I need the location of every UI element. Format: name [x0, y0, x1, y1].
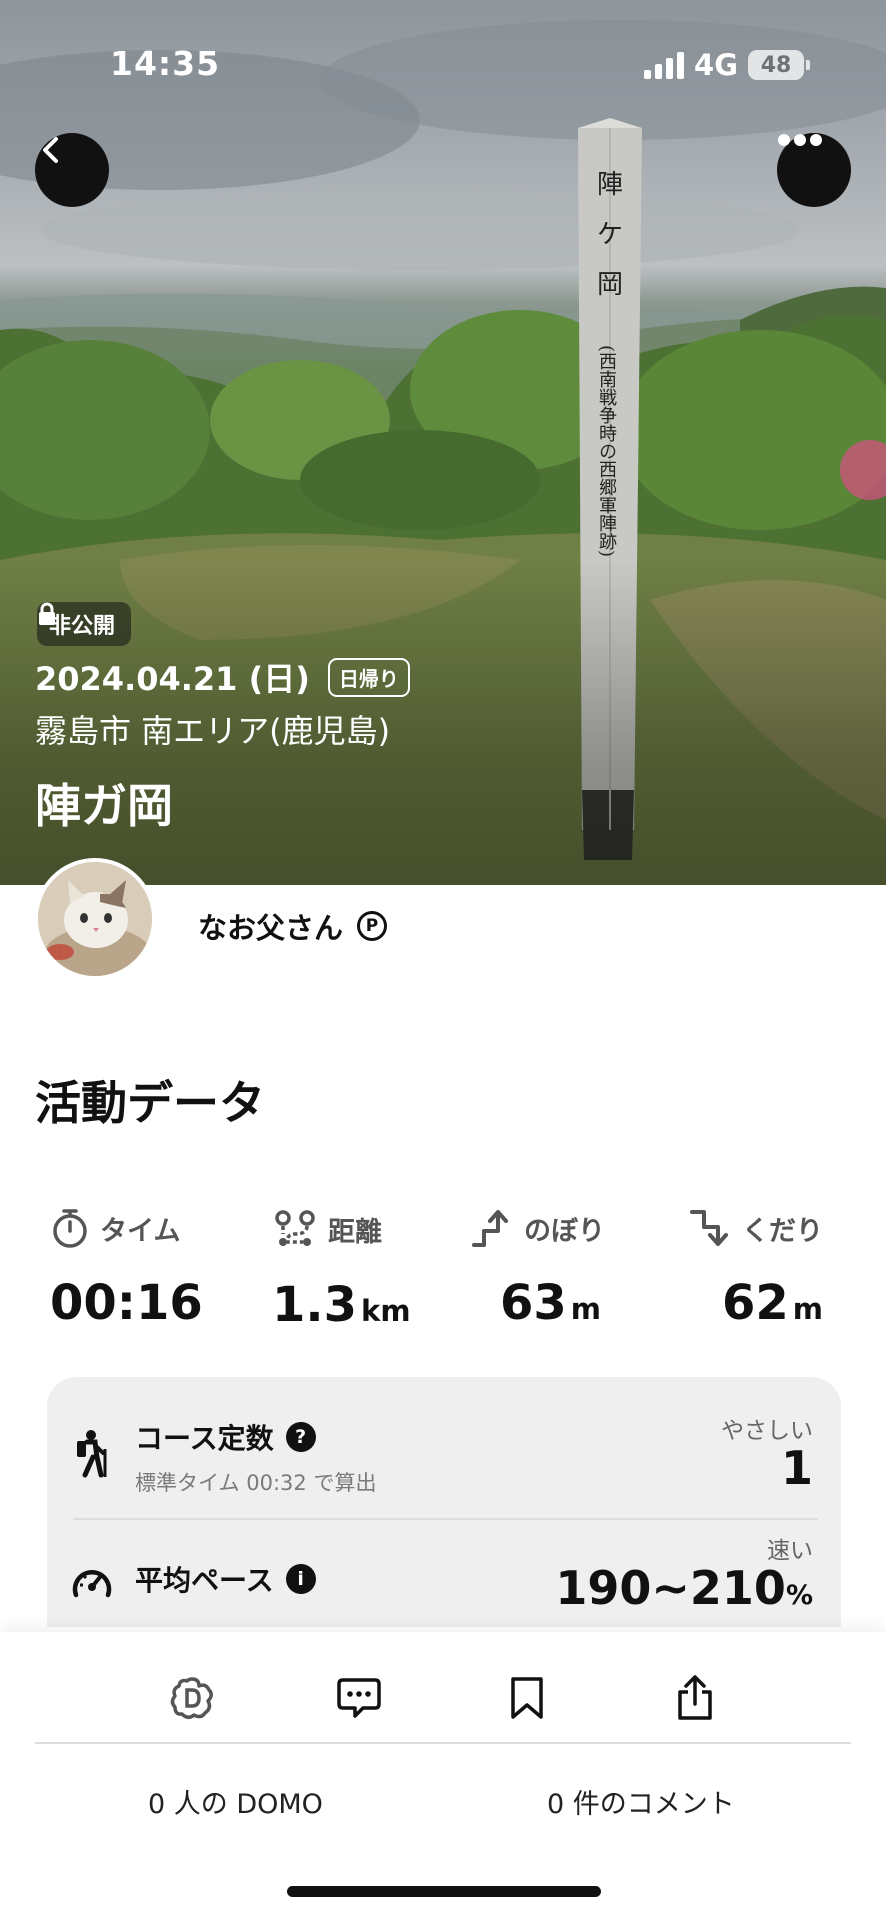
activity-date-row: 2024.04.21 (日) 日帰り	[35, 654, 410, 700]
average-pace-rating: 速い	[767, 1538, 813, 1564]
hiker-icon	[77, 1430, 107, 1478]
course-constant-row[interactable]: コース定数 ? 標準タイム 00:32 で算出 やさしい 1	[47, 1377, 841, 1517]
battery-nub	[806, 60, 810, 70]
stat-unit: m	[570, 1292, 602, 1326]
stat-value-ascent: 63 m	[470, 1275, 670, 1331]
course-constant-rating: やさしい	[721, 1418, 813, 1444]
status-time: 14:35	[110, 44, 221, 83]
stat-label-ascent: のぼり	[470, 1207, 670, 1249]
ellipsis-icon	[778, 134, 822, 146]
stat-label-text: くだり	[742, 1215, 823, 1247]
stopwatch-icon	[53, 1209, 87, 1248]
back-button[interactable]	[35, 133, 109, 207]
network-type: 4G	[694, 48, 738, 82]
status-bar: 14:35 4G 48	[0, 0, 886, 130]
stat-label-text: 距離	[328, 1216, 382, 1248]
share-button[interactable]	[665, 1668, 725, 1728]
share-icon	[678, 1675, 712, 1720]
average-pace-value: 190~210%	[555, 1561, 813, 1615]
stat-label-time: タイム	[50, 1207, 250, 1249]
bottom-action-bar: 0 人の DOMO 0 件のコメント	[0, 1632, 886, 1920]
stat-number: 00:16	[50, 1275, 203, 1331]
post-char: 岡	[596, 270, 623, 300]
domo-count[interactable]: 0 人の DOMO	[148, 1782, 323, 1821]
user-name-row[interactable]: なお父さん P	[198, 905, 388, 947]
bookmark-icon	[511, 1677, 543, 1719]
stat-number: 63	[500, 1275, 567, 1331]
domo-button[interactable]	[162, 1668, 222, 1728]
stat-number: 62	[722, 1275, 789, 1331]
home-indicator[interactable]	[287, 1886, 601, 1897]
avatar[interactable]	[34, 858, 156, 980]
more-options-button[interactable]	[777, 133, 851, 207]
stat-label-distance: 距離	[272, 1207, 472, 1251]
visibility-label: 非公開	[49, 614, 116, 639]
stat-value-distance: 1.3 km	[272, 1277, 472, 1333]
hero-photo: 陣 ケ 岡 (西南戦争時の西郷軍陣跡) 14:35 4G 48 非公開 2024…	[0, 0, 886, 885]
marker-post-subtext: (西南戦争時の西郷軍陣跡)	[596, 345, 617, 558]
action-icons	[0, 1668, 886, 1728]
stat-value-time: 00:16	[50, 1275, 250, 1331]
stat-value-descent: 62 m	[688, 1275, 886, 1331]
bookmark-button[interactable]	[497, 1668, 557, 1728]
stat-number: 1.3	[272, 1277, 358, 1333]
speedometer-icon	[72, 1570, 112, 1598]
activity-data-title: 活動データ	[35, 1076, 265, 1130]
bar-divider	[35, 1742, 851, 1744]
signal-icon	[644, 51, 685, 79]
course-constant-value: 1	[780, 1441, 813, 1495]
mountain-name[interactable]: 陣ガ岡	[35, 770, 173, 836]
pace-number: 190~210	[555, 1561, 786, 1615]
stat-distance: 距離 1.3 km	[272, 1207, 472, 1333]
stat-label-text: のぼり	[524, 1215, 605, 1247]
lock-icon	[39, 602, 55, 625]
stat-label-descent: くだり	[688, 1207, 886, 1249]
post-char: ケ	[596, 220, 623, 250]
activity-stats: タイム 00:16 距離 1.3 km のぼり 63 m くだり 62 m	[40, 1207, 850, 1347]
stat-unit: m	[792, 1292, 824, 1326]
help-icon[interactable]: ?	[285, 1422, 316, 1452]
activity-date: 2024.04.21 (日)	[35, 660, 310, 698]
info-icon[interactable]: i	[285, 1564, 316, 1594]
course-info-card: コース定数 ? 標準タイム 00:32 で算出 やさしい 1 平均ペース i 速…	[47, 1377, 841, 1627]
course-constant-sub: 標準タイム 00:32 で算出	[135, 1471, 377, 1495]
stat-unit: km	[361, 1294, 411, 1328]
course-constant-title: コース定数 ?	[135, 1417, 316, 1457]
comment-count[interactable]: 0 件のコメント	[547, 1782, 735, 1821]
ascent-icon	[472, 1210, 508, 1247]
status-indicators: 4G 48	[644, 48, 810, 82]
comment-icon	[337, 1678, 381, 1718]
comment-button[interactable]	[329, 1668, 389, 1728]
post-char: 陣	[596, 170, 623, 200]
cat-avatar-image	[38, 862, 152, 976]
stat-time: タイム 00:16	[50, 1207, 250, 1331]
stat-label-text: タイム	[100, 1215, 181, 1247]
course-constant-label: コース定数	[135, 1422, 274, 1455]
visibility-badge: 非公開	[37, 602, 132, 646]
battery-level: 48	[760, 52, 792, 78]
trip-type-badge: 日帰り	[327, 657, 410, 697]
domo-flower-icon	[170, 1677, 213, 1719]
average-pace-label: 平均ペース	[135, 1564, 274, 1597]
user-name: なお父さん	[198, 911, 344, 945]
premium-badge-icon: P	[357, 911, 388, 941]
stat-descent: くだり 62 m	[688, 1207, 886, 1331]
pace-unit: %	[785, 1580, 813, 1611]
descent-icon	[690, 1210, 728, 1246]
average-pace-row[interactable]: 平均ペース i 速い 190~210%	[47, 1519, 841, 1627]
stat-ascent: のぼり 63 m	[470, 1207, 670, 1331]
average-pace-title: 平均ペース i	[135, 1559, 316, 1599]
area-name[interactable]: 霧島市 南エリア(鹿児島)	[35, 706, 390, 752]
battery-icon: 48	[748, 50, 804, 80]
route-icon	[275, 1210, 315, 1246]
marker-post-text: 陣 ケ 岡	[590, 160, 630, 310]
chevron-left-icon	[43, 137, 58, 163]
